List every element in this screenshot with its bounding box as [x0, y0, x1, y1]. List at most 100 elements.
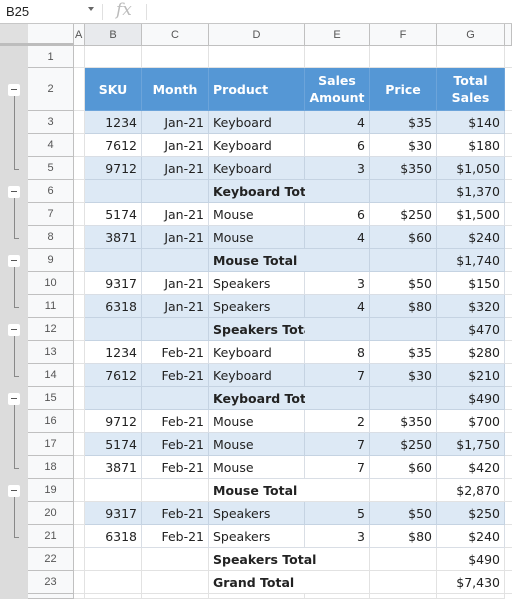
- cell-sku[interactable]: 9317: [85, 272, 142, 295]
- cell-d1[interactable]: [209, 46, 305, 68]
- column-header-h[interactable]: [505, 24, 512, 46]
- collapse-group-button[interactable]: [8, 323, 20, 336]
- cell-product[interactable]: Mouse: [209, 203, 305, 226]
- cell-month[interactable]: [142, 249, 209, 272]
- cell-product[interactable]: Keyboard: [209, 111, 305, 134]
- row-header-16[interactable]: 16: [28, 410, 74, 433]
- cell-a5[interactable]: [74, 157, 85, 180]
- cell-a8[interactable]: [74, 226, 85, 249]
- cell-sku[interactable]: 7612: [85, 364, 142, 387]
- cell-sku[interactable]: 5174: [85, 203, 142, 226]
- row-header-21[interactable]: 21: [28, 525, 74, 548]
- cell-total-sales[interactable]: $210: [437, 364, 505, 387]
- header-sales-amount[interactable]: Sales Amount: [305, 68, 370, 111]
- cell-sku[interactable]: [85, 479, 142, 502]
- cell-price[interactable]: $350: [370, 157, 437, 180]
- cell-product[interactable]: Keyboard: [209, 134, 305, 157]
- cell-h6[interactable]: [505, 180, 512, 203]
- cell-price[interactable]: $50: [370, 272, 437, 295]
- cell-a16[interactable]: [74, 410, 85, 433]
- row-header-15[interactable]: 15: [28, 387, 74, 410]
- cell-f1[interactable]: [370, 46, 437, 68]
- cell-sku[interactable]: 3871: [85, 226, 142, 249]
- cell-product[interactable]: Mouse: [209, 433, 305, 456]
- cell-sales-amount[interactable]: 4: [305, 295, 370, 318]
- cell-price[interactable]: $35: [370, 341, 437, 364]
- cell-sku[interactable]: 5174: [85, 433, 142, 456]
- cell-month[interactable]: Feb-21: [142, 410, 209, 433]
- cell-a22[interactable]: [74, 548, 85, 571]
- cell-sku[interactable]: 6318: [85, 525, 142, 548]
- cell-product[interactable]: Speakers: [209, 295, 305, 318]
- cell-total-sales[interactable]: $140: [437, 111, 505, 134]
- cell-total-sales[interactable]: $1,750: [437, 433, 505, 456]
- cell-h1[interactable]: [505, 46, 512, 68]
- cell-price[interactable]: [370, 479, 437, 502]
- subtotal-label[interactable]: Mouse Total: [209, 249, 305, 272]
- subtotal-label[interactable]: Keyboard Total: [209, 387, 319, 410]
- cell-sku[interactable]: [85, 387, 142, 410]
- cell-a11[interactable]: [74, 295, 85, 318]
- cell-month[interactable]: [142, 180, 209, 203]
- cell-month[interactable]: Jan-21: [142, 272, 209, 295]
- name-box-dropdown-icon[interactable]: [88, 7, 94, 11]
- cell-total-sales[interactable]: $280: [437, 341, 505, 364]
- cell-product[interactable]: Mouse: [209, 456, 305, 479]
- cell-g1[interactable]: [437, 46, 505, 68]
- cell-h19[interactable]: [505, 479, 512, 502]
- cell-price[interactable]: $80: [370, 295, 437, 318]
- cell-month[interactable]: Feb-21: [142, 433, 209, 456]
- header-sku[interactable]: SKU: [85, 68, 142, 111]
- cell-a17[interactable]: [74, 433, 85, 456]
- cell-month[interactable]: Jan-21: [142, 157, 209, 180]
- cell-h20[interactable]: [505, 502, 512, 525]
- cell-total-sales[interactable]: $420: [437, 456, 505, 479]
- cell-price[interactable]: $60: [370, 456, 437, 479]
- header-total-sales[interactable]: Total Sales: [437, 68, 505, 111]
- cell-a1[interactable]: [74, 46, 85, 68]
- cell-sku[interactable]: [85, 318, 142, 341]
- row-header-17[interactable]: 17: [28, 433, 74, 456]
- cell-product[interactable]: Keyboard: [209, 157, 305, 180]
- column-header-c[interactable]: C: [142, 24, 209, 46]
- cell-month[interactable]: Feb-21: [142, 502, 209, 525]
- cell-e1[interactable]: [305, 46, 370, 68]
- cell-sales-amount[interactable]: [305, 479, 370, 502]
- cell-sku[interactable]: 9712: [85, 157, 142, 180]
- cell-month[interactable]: [142, 571, 209, 594]
- cell-price[interactable]: $80: [370, 525, 437, 548]
- cell-e24[interactable]: [305, 594, 370, 599]
- cell-b1[interactable]: [85, 46, 142, 68]
- cell-a6[interactable]: [74, 180, 85, 203]
- cell-total-sales[interactable]: $240: [437, 226, 505, 249]
- cell-sku[interactable]: 3871: [85, 456, 142, 479]
- cell-sales-amount[interactable]: [305, 571, 370, 594]
- cell-a2[interactable]: [74, 68, 85, 111]
- cell-a14[interactable]: [74, 364, 85, 387]
- cell-h16[interactable]: [505, 410, 512, 433]
- cell-product[interactable]: Speakers: [209, 502, 305, 525]
- cell-sales-amount[interactable]: 6: [305, 134, 370, 157]
- collapse-group-button[interactable]: [8, 484, 20, 497]
- cell-sku[interactable]: 9317: [85, 502, 142, 525]
- cell-price[interactable]: $250: [370, 433, 437, 456]
- cell-sales-amount[interactable]: 7: [305, 364, 370, 387]
- cell-month[interactable]: Feb-21: [142, 525, 209, 548]
- cell-h5[interactable]: [505, 157, 512, 180]
- cell-g24[interactable]: [437, 594, 505, 599]
- cell-price[interactable]: $350: [370, 410, 437, 433]
- cell-price[interactable]: [370, 180, 437, 203]
- cell-price[interactable]: $50: [370, 502, 437, 525]
- subtotal-value[interactable]: $2,870: [437, 479, 505, 502]
- cell-a12[interactable]: [74, 318, 85, 341]
- cell-a18[interactable]: [74, 456, 85, 479]
- row-header-3[interactable]: 3: [28, 111, 74, 134]
- header-month[interactable]: Month: [142, 68, 209, 111]
- cell-price[interactable]: $30: [370, 134, 437, 157]
- row-header-6[interactable]: 6: [28, 180, 74, 203]
- cell-h10[interactable]: [505, 272, 512, 295]
- cell-month[interactable]: [142, 318, 209, 341]
- row-header-9[interactable]: 9: [28, 249, 74, 272]
- row-header-19[interactable]: 19: [28, 479, 74, 502]
- row-header-13[interactable]: 13: [28, 341, 74, 364]
